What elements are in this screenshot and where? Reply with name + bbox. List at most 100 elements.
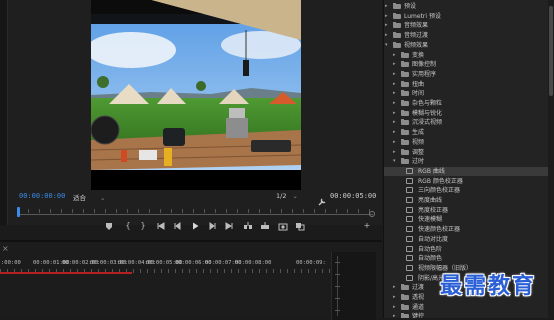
playhead-handle[interactable] (17, 207, 20, 217)
effects-folder-row[interactable]: ▸ 时间 (384, 89, 549, 98)
watermark-text: 最需教育 (440, 274, 537, 299)
effect-item-row[interactable]: 三向颜色校正器 (384, 186, 549, 195)
add-marker-icon[interactable] (104, 221, 114, 231)
chevron-right-icon[interactable]: ▸ (393, 99, 399, 108)
audio-meter (331, 252, 376, 320)
chevron-right-icon[interactable]: ▸ (393, 118, 399, 127)
monitor-scrubber[interactable] (17, 205, 375, 217)
chevron-down-icon[interactable]: ▾ (385, 41, 391, 50)
meter-tick (335, 274, 340, 275)
effects-folder-row[interactable]: ▾ 过时 (384, 157, 549, 166)
close-icon[interactable]: × (2, 244, 9, 253)
chevron-right-icon[interactable]: ▸ (393, 109, 399, 118)
insert-icon[interactable] (243, 221, 253, 231)
effects-folder-row[interactable]: ▸ 沉浸式视频 (384, 118, 549, 127)
current-timecode[interactable]: 00:00:00:00 (19, 192, 65, 200)
comparison-view-icon[interactable] (295, 221, 305, 231)
effect-icon (406, 235, 413, 242)
chevron-right-icon[interactable]: ▸ (393, 60, 399, 69)
effects-folder-row[interactable]: ▸ 键控 (384, 312, 549, 318)
effect-label: 变换 (412, 51, 425, 59)
effects-folder-row[interactable]: ▸ Lumetri 预设 (384, 12, 549, 21)
effect-label: 模糊与锐化 (412, 109, 443, 117)
effect-item-row[interactable]: 快速模糊 (384, 215, 549, 224)
effects-folder-row[interactable]: ▸ 预设 (384, 2, 549, 11)
effects-folder-row[interactable]: ▸ 扭曲 (384, 80, 549, 89)
effect-item-row[interactable]: RGB 曲线 (384, 166, 549, 176)
effects-folder-row[interactable]: ▸ 音频效果 (384, 21, 549, 30)
add-button-icon[interactable]: + (362, 221, 372, 231)
folder-icon (401, 109, 409, 116)
effects-scrollbar[interactable] (548, 0, 554, 318)
fit-dropdown[interactable]: 适合 ⌄ (73, 192, 105, 202)
chevron-right-icon[interactable]: ▸ (393, 138, 399, 147)
scrollbar-thumb[interactable] (549, 6, 553, 96)
folder-icon (401, 303, 409, 310)
effects-folder-row[interactable]: ▸ 实用程序 (384, 70, 549, 79)
effect-label: 过时 (412, 158, 425, 166)
effect-label: 杂色与颗粒 (412, 100, 443, 107)
scrubber-end-marker (369, 211, 375, 217)
chevron-right-icon[interactable]: ▸ (393, 89, 399, 98)
folder-icon (393, 3, 401, 9)
chevron-right-icon[interactable]: ▸ (393, 51, 399, 60)
effects-folder-row[interactable]: ▸ 视频 (384, 138, 549, 147)
step-forward-icon[interactable] (207, 221, 217, 231)
chevron-down-icon[interactable]: ▾ (393, 157, 399, 166)
effects-folder-row[interactable]: ▸ 变换 (384, 51, 549, 60)
chevron-right-icon[interactable]: ▸ (393, 148, 399, 157)
effect-item-row[interactable]: 亮度校正器 (384, 206, 549, 215)
folder-icon (401, 80, 409, 87)
chevron-right-icon[interactable]: ▸ (393, 283, 399, 292)
effect-icon (406, 274, 413, 281)
effects-folder-row[interactable]: ▸ 调整 (384, 148, 549, 157)
effects-folder-row[interactable]: ▸ 音频过渡 (384, 31, 549, 40)
play-icon[interactable] (190, 221, 200, 231)
effect-icon (406, 264, 413, 271)
mark-out-icon[interactable]: } (138, 221, 148, 231)
effect-item-row[interactable]: 自动对比度 (384, 235, 549, 244)
ruler-label: :00:00 (1, 260, 21, 266)
chevron-right-icon[interactable]: ▸ (393, 70, 399, 79)
chevron-right-icon[interactable]: ▸ (385, 2, 391, 11)
overwrite-icon[interactable] (260, 221, 270, 231)
effect-item-row[interactable]: 亮度曲线 (384, 196, 549, 205)
wrench-icon[interactable] (318, 191, 327, 206)
chevron-down-icon: ⌄ (100, 194, 106, 202)
chevron-down-icon: ⌄ (292, 192, 298, 200)
effects-folder-row[interactable]: ▸ 通道 (384, 303, 549, 312)
chevron-right-icon[interactable]: ▸ (393, 303, 399, 312)
effect-item-row[interactable]: 自动颜色 (384, 254, 549, 263)
mark-in-icon[interactable]: { (123, 221, 133, 231)
effects-folder-row[interactable]: ▸ 生成 (384, 128, 549, 137)
timeline-ruler[interactable]: :00:00 00:00:01:00 00:00:02:00 00:00:03:… (0, 260, 330, 273)
effects-folder-row[interactable]: ▾ 视频效果 (384, 41, 549, 50)
folder-icon (401, 129, 409, 136)
folder-icon (401, 70, 409, 77)
chevron-right-icon[interactable]: ▸ (393, 128, 399, 137)
go-to-out-icon[interactable] (224, 221, 234, 231)
chevron-right-icon[interactable]: ▸ (385, 31, 391, 40)
work-area-bar[interactable] (0, 272, 132, 274)
effects-folder-row[interactable]: ▸ 图像控制 (384, 60, 549, 69)
chevron-right-icon[interactable]: ▸ (393, 293, 399, 302)
effect-label: 自动颜色 (418, 255, 443, 263)
chevron-right-icon[interactable]: ▸ (385, 21, 391, 30)
chevron-right-icon[interactable]: ▸ (393, 80, 399, 89)
effect-icon (406, 226, 413, 233)
go-to-in-icon[interactable] (156, 221, 166, 231)
effect-label: 扭曲 (412, 80, 425, 88)
chevron-right-icon[interactable]: ▸ (385, 12, 391, 21)
effects-folder-row[interactable]: ▸ 杂色与颗粒 (384, 99, 549, 108)
scrubber-track (17, 214, 373, 215)
effect-item-row[interactable]: RGB 颜色校正器 (384, 177, 549, 186)
panel-edge (0, 0, 8, 225)
effect-item-row[interactable]: 自动色阶 (384, 245, 549, 254)
resolution-dropdown[interactable]: 1/2 ⌄ (276, 192, 298, 200)
effect-icon (406, 245, 413, 252)
effect-item-row[interactable]: 快速颜色校正器 (384, 225, 549, 234)
chevron-right-icon[interactable]: ▸ (393, 312, 399, 318)
effects-folder-row[interactable]: ▸ 模糊与锐化 (384, 109, 549, 118)
export-frame-icon[interactable] (278, 221, 288, 231)
step-back-icon[interactable] (173, 221, 183, 231)
